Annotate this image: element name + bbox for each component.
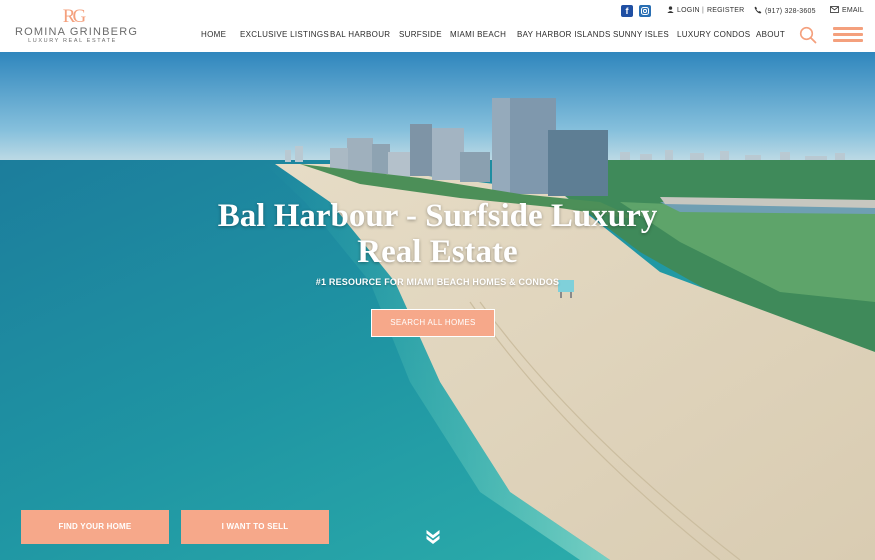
user-icon <box>667 6 674 13</box>
email-label: EMAIL <box>842 7 865 14</box>
menu-bar <box>833 27 863 30</box>
search-all-homes-button[interactable]: SEARCH ALL HOMES <box>371 309 495 337</box>
hero-title-line-2: Real Estate <box>357 234 518 270</box>
search-icon[interactable] <box>799 26 817 44</box>
nav-item-surfside[interactable]: SURFSIDE <box>399 30 442 40</box>
phone-icon <box>754 6 762 14</box>
nav-item-about[interactable]: ABOUT <box>756 30 785 40</box>
nav-item-luxury-condos[interactable]: LUXURY CONDOS <box>677 30 750 40</box>
email-link[interactable]: EMAIL <box>830 6 864 16</box>
nav-item-home[interactable]: HOME <box>201 30 226 40</box>
hamburger-menu-icon[interactable] <box>833 27 863 43</box>
instagram-icon[interactable] <box>639 5 651 17</box>
hero-background-image <box>0 52 875 560</box>
login-register-separator: | <box>702 7 705 14</box>
scroll-down-chevron-icon[interactable] <box>425 528 441 544</box>
nav-item-bay-harbor-islands[interactable]: BAY HARBOR ISLANDS <box>517 30 611 40</box>
main-nav: HOME EXCLUSIVE LISTINGS BAL HARBOUR SURF… <box>0 30 875 42</box>
phone-link[interactable]: (917) 328-3605 <box>754 6 816 17</box>
login-label: LOGIN <box>677 7 700 14</box>
hero-subtitle: #1 RESOURCE FOR MIAMI BEACH HOMES & COND… <box>315 277 560 287</box>
menu-bar <box>833 33 863 36</box>
nav-item-sunny-isles[interactable]: SUNNY ISLES <box>613 30 669 40</box>
nav-item-exclusive-listings[interactable]: EXCLUSIVE LISTINGS <box>240 30 329 40</box>
find-your-home-button[interactable]: FIND YOUR HOME <box>21 510 169 544</box>
i-want-to-sell-button[interactable]: I WANT TO SELL <box>181 510 329 544</box>
utility-bar: f LOGIN | REGISTER (917) 328-3605 EMAIL <box>0 5 875 19</box>
facebook-icon[interactable]: f <box>621 5 633 17</box>
site-header: RG ROMINA GRINBERG LUXURY REAL ESTATE f … <box>0 0 875 52</box>
hero-title-line-1: Bal Harbour - Surfside Luxury <box>217 198 658 234</box>
phone-number: (917) 328-3605 <box>765 8 816 15</box>
login-link[interactable]: LOGIN <box>667 6 700 16</box>
menu-bar <box>833 39 863 42</box>
nav-item-miami-beach[interactable]: MIAMI BEACH <box>450 30 506 40</box>
envelope-icon <box>830 6 839 13</box>
hero-title: Bal Harbour - Surfside Luxury Real Estat… <box>0 198 875 270</box>
nav-item-bal-harbour[interactable]: BAL HARBOUR <box>330 30 390 40</box>
register-link[interactable]: REGISTER <box>707 6 744 16</box>
hero-section: Bal Harbour - Surfside Luxury Real Estat… <box>0 52 875 560</box>
